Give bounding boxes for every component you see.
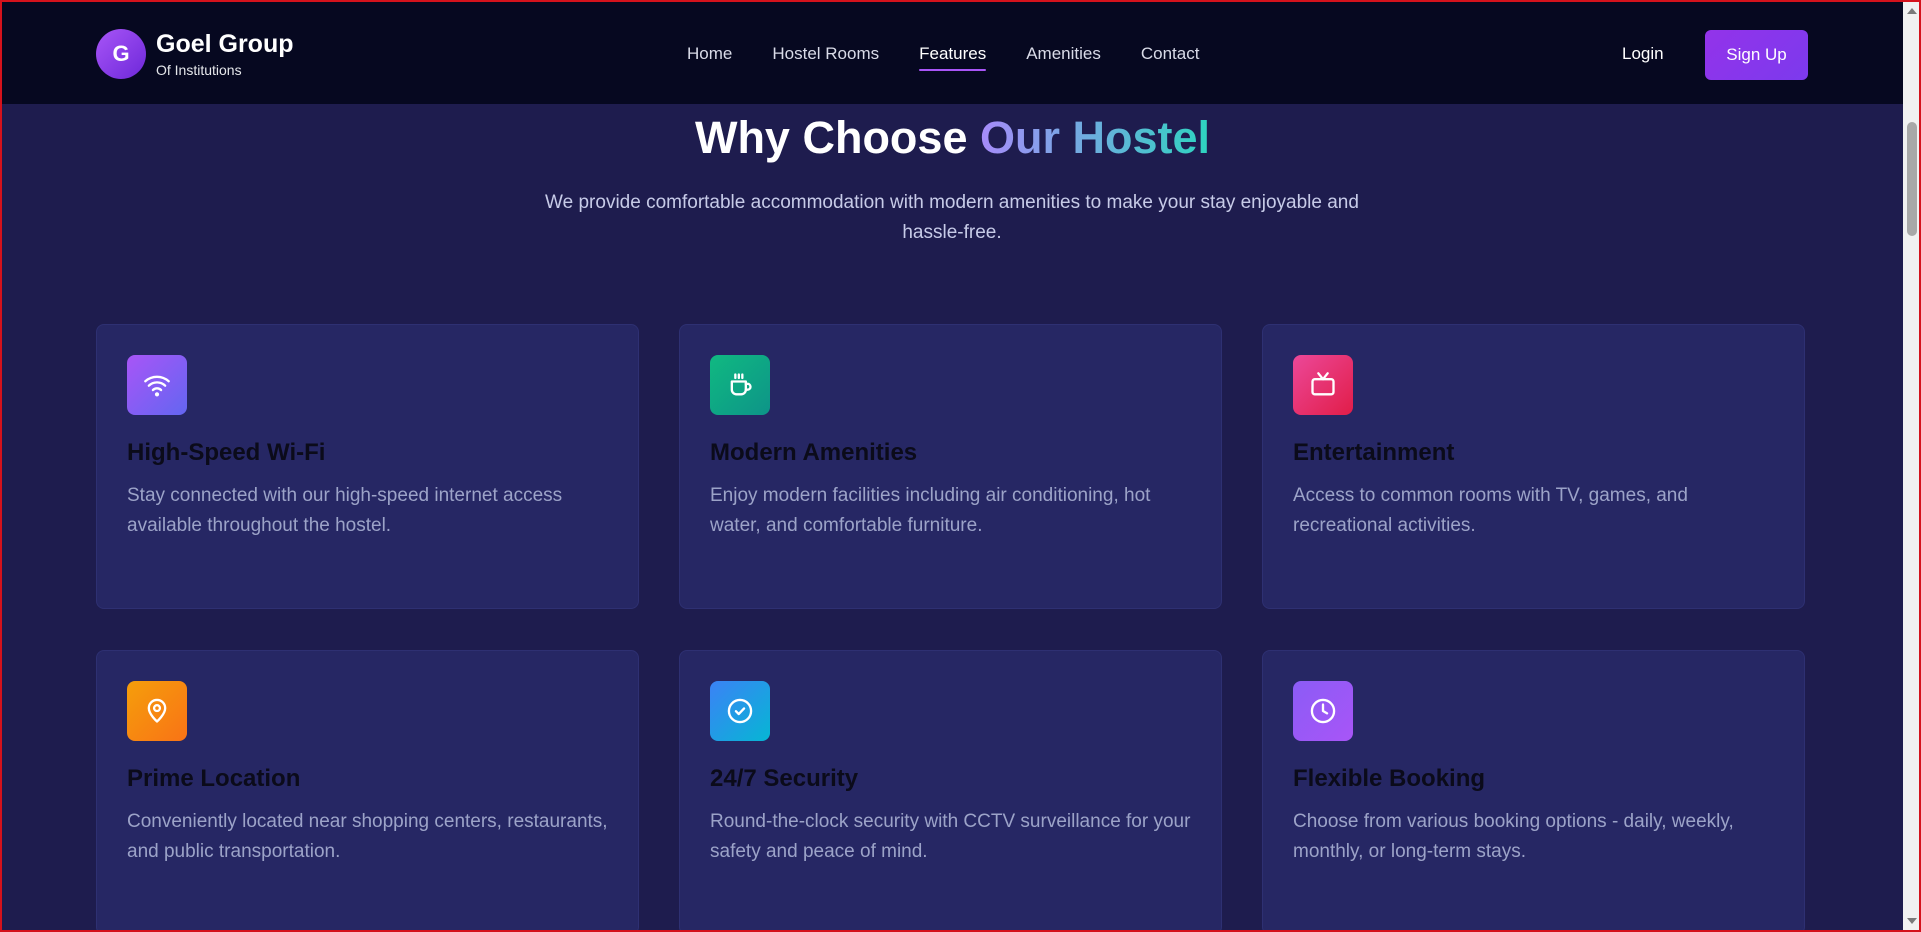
feature-description: Round-the-clock security with CCTV surve… — [710, 811, 1191, 862]
signup-button[interactable]: Sign Up — [1705, 30, 1808, 80]
coffee-icon — [710, 355, 770, 415]
logo: G — [96, 29, 146, 79]
site-header: G Goel Group Of Institutions Home Hostel… — [2, 2, 1903, 104]
clock-icon — [1293, 681, 1353, 741]
wifi-icon — [127, 355, 187, 415]
scroll-down-arrow-icon[interactable] — [1907, 918, 1917, 924]
feature-card-amenities: Modern Amenities Enjoy modern facilities… — [679, 324, 1222, 609]
nav-amenities[interactable]: Amenities — [1026, 44, 1101, 71]
feature-card-entertainment: Entertainment Access to common rooms wit… — [1262, 324, 1805, 609]
section-subtitle: We provide comfortable accommodation wit… — [545, 192, 1359, 243]
page: G Goel Group Of Institutions Home Hostel… — [0, 0, 1921, 932]
scroll-up-arrow-icon[interactable] — [1907, 8, 1917, 14]
feature-description: Enjoy modern facilities including air co… — [710, 485, 1151, 536]
title-plain: Why Choose — [694, 112, 980, 163]
brand[interactable]: G Goel Group Of Institutions — [96, 29, 294, 79]
location-pin-icon — [127, 681, 187, 741]
check-circle-icon — [710, 681, 770, 741]
feature-title: Flexible Booking — [1293, 765, 1486, 792]
feature-description: Conveniently located near shopping cente… — [127, 811, 608, 862]
vertical-scrollbar[interactable] — [1903, 2, 1919, 930]
tv-icon — [1293, 355, 1353, 415]
scrollbar-thumb[interactable] — [1907, 122, 1917, 236]
feature-title: 24/7 Security — [710, 765, 859, 792]
feature-title: High-Speed Wi-Fi — [127, 439, 326, 466]
nav-features[interactable]: Features — [919, 44, 987, 71]
feature-title: Prime Location — [127, 765, 301, 792]
feature-description: Choose from various booking options - da… — [1293, 811, 1734, 862]
feature-description: Stay connected with our high-speed inter… — [127, 485, 563, 536]
feature-card-location: Prime Location Conveniently located near… — [96, 650, 639, 930]
main-nav: Home Hostel Rooms Features Amenities Con… — [687, 44, 1199, 71]
feature-title: Entertainment — [1293, 439, 1455, 466]
nav-home[interactable]: Home — [687, 44, 732, 71]
feature-card-security: 24/7 Security Round-the-clock security w… — [679, 650, 1222, 930]
nav-contact[interactable]: Contact — [1141, 44, 1200, 71]
feature-card-booking: Flexible Booking Choose from various boo… — [1262, 650, 1805, 930]
feature-title: Modern Amenities — [710, 439, 918, 466]
brand-subtitle: Of Institutions — [156, 62, 242, 78]
section-title: Why Choose Our Hostel — [2, 112, 1903, 164]
nav-hostel-rooms[interactable]: Hostel Rooms — [772, 44, 879, 71]
feature-card-wifi: High-Speed Wi-Fi Stay connected with our… — [96, 324, 639, 609]
feature-description: Access to common rooms with TV, games, a… — [1293, 485, 1688, 536]
title-highlight: Our Hostel — [979, 112, 1211, 163]
brand-name: Goel Group — [156, 30, 294, 58]
login-button[interactable]: Login — [1622, 44, 1664, 64]
